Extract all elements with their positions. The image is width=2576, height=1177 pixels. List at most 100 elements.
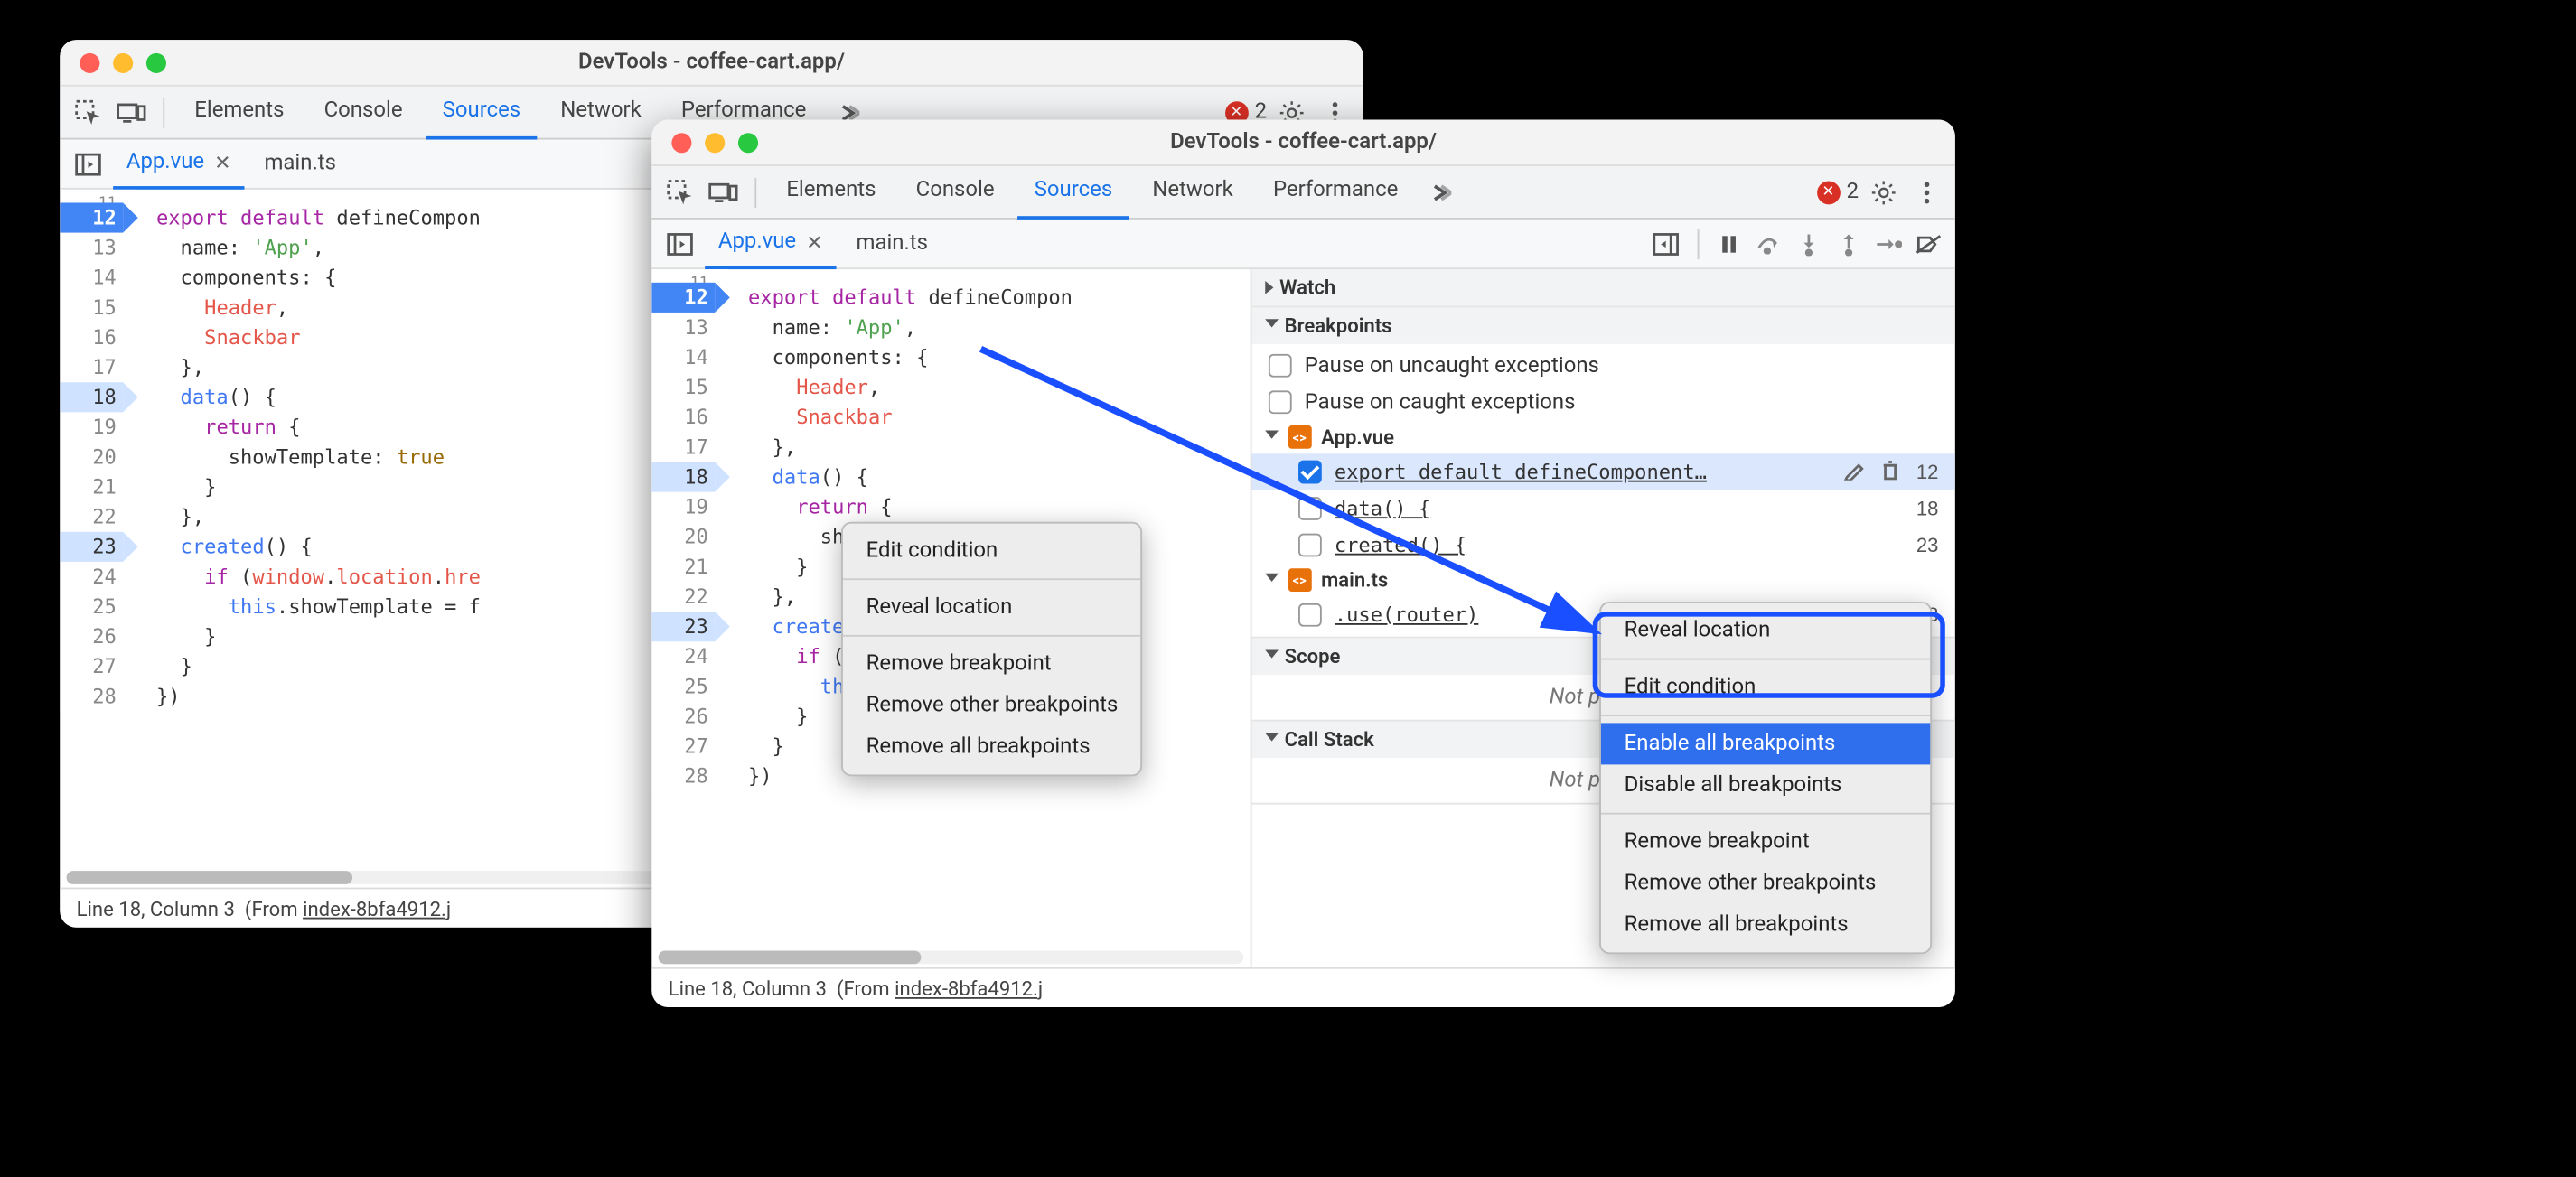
breakpoint-item[interactable]: data() {18: [1251, 490, 1955, 527]
code-line[interactable]: export default defineCompon: [156, 202, 481, 232]
context-menu-item[interactable]: Remove breakpoint: [1601, 821, 1930, 863]
gutter-line[interactable]: 19: [651, 492, 715, 522]
step-over-icon[interactable]: [1752, 227, 1785, 260]
context-menu-item[interactable]: Reveal location: [843, 587, 1141, 629]
edit-icon[interactable]: [1843, 461, 1867, 484]
panel-tab-elements[interactable]: Elements: [770, 165, 893, 219]
code-line[interactable]: this.showTemplate = f: [156, 592, 481, 621]
code-line[interactable]: Snackbar: [748, 402, 1073, 432]
step-icon[interactable]: [1872, 227, 1906, 260]
code-line[interactable]: },: [156, 352, 481, 382]
gutter-line[interactable]: 14: [651, 342, 715, 372]
pause-uncaught-checkbox[interactable]: Pause on uncaught exceptions: [1251, 348, 1955, 384]
context-menu-item[interactable]: Remove other breakpoints: [843, 685, 1141, 726]
gutter-line[interactable]: 24: [60, 562, 123, 592]
code-line[interactable]: name: 'App',: [156, 233, 481, 263]
code-line[interactable]: export default defineCompon: [748, 283, 1073, 313]
pause-caught-checkbox[interactable]: Pause on caught exceptions: [1251, 384, 1955, 420]
source-file-link[interactable]: index-8bfa4912.j: [895, 976, 1043, 1000]
settings-icon[interactable]: [1865, 173, 1901, 210]
file-tab-main[interactable]: main.ts: [251, 139, 350, 189]
gutter-line[interactable]: 14: [60, 263, 123, 293]
gutter-line[interactable]: 28: [651, 761, 715, 791]
gutter-line[interactable]: 23: [60, 532, 123, 562]
breakpoint-item[interactable]: created() {23: [1251, 527, 1955, 563]
navigator-toggle-icon[interactable]: [661, 225, 698, 261]
context-menu-item[interactable]: Edit condition: [843, 530, 1141, 572]
gutter-line[interactable]: 28: [60, 681, 123, 711]
horizontal-scrollbar[interactable]: [659, 950, 1243, 964]
panel-tab-network[interactable]: Network: [544, 86, 658, 139]
gutter-line[interactable]: 20: [60, 442, 123, 472]
file-tab-app[interactable]: App.vue ✕: [113, 139, 244, 189]
watch-section[interactable]: Watch: [1251, 269, 1955, 305]
gutter-line[interactable]: 17: [651, 432, 715, 462]
code-line[interactable]: },: [748, 432, 1073, 462]
gutter-line[interactable]: 27: [60, 651, 123, 681]
gutter-line[interactable]: 24: [651, 641, 715, 671]
code-line[interactable]: return {: [156, 412, 481, 442]
code-editor[interactable]: 111213141516171819202122232425262728expo…: [60, 190, 711, 888]
breakpoint-checkbox[interactable]: [1297, 534, 1321, 557]
code-line[interactable]: showTemplate: true: [156, 442, 481, 472]
gutter-line[interactable]: 18: [60, 382, 123, 412]
gutter-line[interactable]: 13: [60, 233, 123, 263]
gutter-line[interactable]: 26: [60, 621, 123, 651]
gutter-line[interactable]: 25: [60, 592, 123, 621]
breakpoint-checkbox[interactable]: [1297, 497, 1321, 520]
breakpoint-group[interactable]: <>App.vue: [1251, 421, 1955, 454]
close-tab-icon[interactable]: ✕: [214, 151, 231, 174]
close-tab-icon[interactable]: ✕: [806, 230, 823, 254]
code-line[interactable]: }): [156, 681, 481, 711]
code-line[interactable]: return {: [748, 492, 1073, 522]
context-menu-item[interactable]: Edit condition: [1601, 667, 1930, 708]
code-line[interactable]: Header,: [156, 293, 481, 322]
device-toolbar-icon[interactable]: [113, 94, 149, 130]
breakpoints-section[interactable]: Breakpoints: [1251, 307, 1955, 343]
gutter-line[interactable]: 17: [60, 352, 123, 382]
maximize-window-icon[interactable]: [146, 52, 166, 72]
gutter-line[interactable]: 26: [651, 701, 715, 731]
gutter-line[interactable]: 22: [651, 582, 715, 612]
close-window-icon[interactable]: [671, 132, 691, 152]
code-line[interactable]: if (window.location.hre: [156, 562, 481, 592]
gutter-line[interactable]: 22: [60, 502, 123, 532]
horizontal-scrollbar[interactable]: [67, 871, 704, 884]
code-line[interactable]: data() {: [156, 382, 481, 412]
panel-tab-console[interactable]: Console: [307, 86, 419, 139]
source-file-link[interactable]: index-8bfa4912.j: [303, 897, 451, 920]
gutter-line[interactable]: 27: [651, 732, 715, 761]
file-tab-app[interactable]: App.vue ✕: [705, 219, 836, 268]
panel-tab-sources[interactable]: Sources: [1017, 165, 1129, 219]
context-menu-item[interactable]: Remove all breakpoints: [1601, 904, 1930, 946]
error-count[interactable]: ✕ 2: [1817, 180, 1859, 205]
gutter-line[interactable]: 21: [60, 472, 123, 502]
gutter-line[interactable]: 21: [651, 552, 715, 582]
gutter-line[interactable]: 16: [651, 402, 715, 432]
gutter-line[interactable]: 19: [60, 412, 123, 442]
code-line[interactable]: name: 'App',: [748, 313, 1073, 342]
gutter-line[interactable]: 13: [651, 313, 715, 342]
gutter-line[interactable]: 25: [651, 671, 715, 701]
gutter-line[interactable]: 15: [60, 293, 123, 322]
pause-icon[interactable]: [1712, 227, 1746, 260]
panel-tab-elements[interactable]: Elements: [178, 86, 301, 139]
gutter-line[interactable]: 23: [651, 612, 715, 641]
panel-tab-console[interactable]: Console: [899, 165, 1011, 219]
gutter-line[interactable]: 12: [651, 283, 715, 313]
inspect-element-icon[interactable]: [70, 94, 106, 130]
gutter-line[interactable]: 12: [60, 202, 123, 232]
panel-tab-performance[interactable]: Performance: [1257, 165, 1415, 219]
kebab-menu-icon[interactable]: [1908, 173, 1944, 210]
device-toolbar-icon[interactable]: [705, 173, 741, 210]
breakpoint-group[interactable]: <>main.ts: [1251, 564, 1955, 597]
breakpoint-item[interactable]: export default defineComponent…12: [1251, 453, 1955, 490]
more-tabs-icon[interactable]: [1421, 173, 1457, 210]
close-window-icon[interactable]: [80, 52, 99, 72]
context-menu-item[interactable]: Reveal location: [1601, 610, 1930, 651]
gutter-line[interactable]: 16: [60, 322, 123, 352]
code-line[interactable]: }: [156, 621, 481, 651]
code-line[interactable]: components: {: [156, 263, 481, 293]
debugger-toggle-icon[interactable]: [1647, 225, 1683, 261]
minimize-window-icon[interactable]: [113, 52, 133, 72]
